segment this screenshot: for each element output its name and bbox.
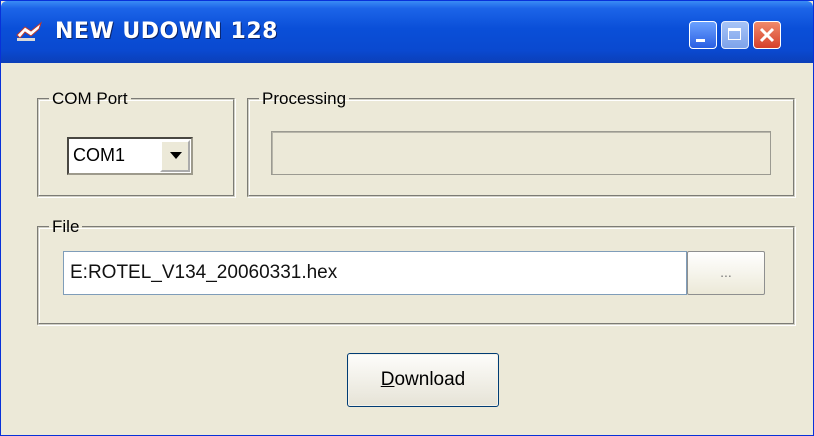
app-icon (16, 21, 43, 41)
close-icon[interactable] (753, 21, 781, 49)
file-label: File (52, 217, 80, 236)
file-path-value: E:ROTEL_V134_20060331.hex (70, 262, 338, 283)
chevron-down-icon[interactable] (160, 140, 190, 172)
com-port-select[interactable]: COM1 (67, 137, 193, 175)
progress-bar (271, 131, 771, 175)
maximize-icon[interactable] (721, 21, 749, 49)
app-window: NEW UDOWN 128 COM Port COM1 Processing F… (0, 0, 814, 436)
download-button[interactable]: Download (347, 353, 499, 407)
processing-label: Processing (262, 89, 347, 108)
window-title: NEW UDOWN 128 (55, 19, 278, 44)
minimize-icon[interactable] (689, 21, 717, 49)
browse-button[interactable]: ... (687, 251, 765, 295)
com-port-label: COM Port (52, 89, 128, 108)
download-label: ownload (394, 369, 466, 390)
title-bar[interactable]: NEW UDOWN 128 (1, 1, 813, 63)
com-port-value: COM1 (73, 145, 126, 165)
download-mnemonic: D (380, 369, 395, 390)
file-path-input[interactable]: E:ROTEL_V134_20060331.hex (63, 251, 687, 295)
